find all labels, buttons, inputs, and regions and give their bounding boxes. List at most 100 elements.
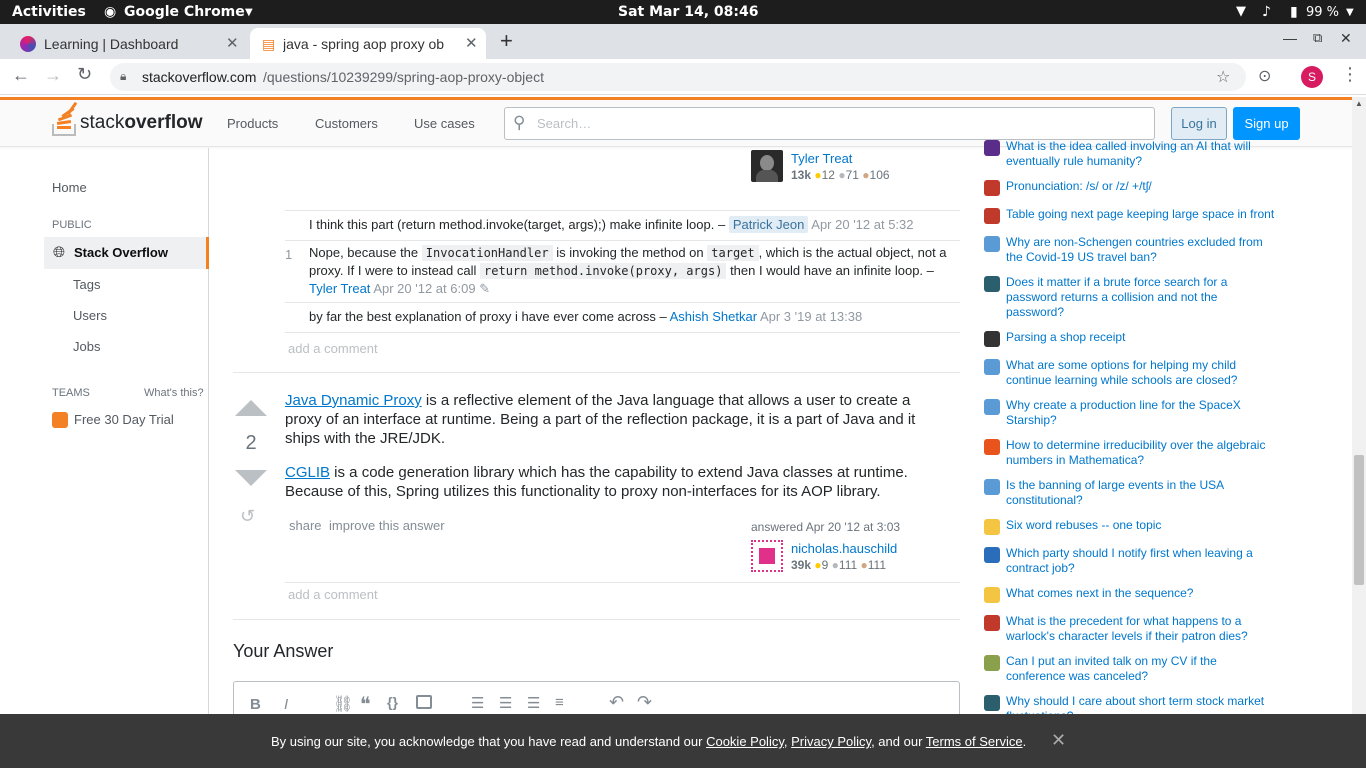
whats-this-link[interactable]: What's this? [144,387,204,399]
site-icon [984,140,1000,156]
comment-date[interactable]: Apr 20 '12 at 5:32 [811,217,913,232]
reload-icon[interactable]: ↻ [77,64,92,85]
redo-icon[interactable]: ↷ [637,692,652,713]
hot-question-link[interactable]: What comes next in the sequence? [1006,586,1278,601]
system-menu-arrow-icon[interactable]: ▼ [1346,7,1354,18]
share-link[interactable]: share [289,518,322,533]
upvote-arrow-icon[interactable] [235,400,267,416]
forward-icon[interactable]: → [44,65,62,86]
code-icon[interactable]: {} [387,694,398,710]
cookie-policy-link[interactable]: Cookie Policy [706,734,784,749]
address-bar[interactable]: 🔒︎ stackoverflow.com /questions/10239299… [110,63,1246,91]
inline-code: target [707,245,759,261]
nav-home[interactable]: Home [52,180,87,195]
comment-date[interactable]: Apr 20 '12 at 6:09 [373,281,475,296]
scroll-up-icon[interactable]: ▲ [1355,99,1363,108]
activities-button[interactable]: Activities [12,4,86,20]
hot-question-link[interactable]: Why create a production line for the Spa… [1006,398,1278,428]
hot-question-link[interactable]: Can I put an invited talk on my CV if th… [1006,654,1278,684]
search-input[interactable]: ⚲ Search… [504,107,1155,140]
hot-question-link[interactable]: Parsing a shop receipt [1006,330,1278,345]
horizontal-rule-icon[interactable]: ≡ [555,694,564,711]
privacy-policy-link[interactable]: Privacy Policy [791,734,871,749]
ordered-list-icon[interactable]: ☰ [471,694,484,712]
page-scrollbar[interactable]: ▲ [1352,97,1366,768]
close-tab-icon[interactable]: ✕ [226,34,239,52]
comment: by far the best explanation of proxy i h… [285,302,960,332]
tab-stackoverflow[interactable]: ▤ java - spring aop proxy ob ✕ [250,28,486,59]
restore-icon[interactable]: ⧉ [1313,30,1322,46]
bullet-list-icon[interactable]: ☰ [499,694,512,712]
user-avatar[interactable] [751,150,783,182]
back-icon[interactable]: ← [12,65,30,86]
close-banner-icon[interactable]: ✕ [1051,730,1066,751]
nav-products[interactable]: Products [227,116,278,131]
add-comment-link[interactable]: add a comment [288,341,378,356]
user-avatar[interactable] [751,540,783,572]
gold-badge-icon: ● [814,558,822,572]
nav-jobs[interactable]: Jobs [73,339,100,354]
hot-question-link[interactable]: Is the banning of large events in the US… [1006,478,1278,508]
history-icon[interactable]: ↺ [240,506,255,527]
link-icon[interactable]: ⛓︎ [333,694,353,714]
wifi-icon[interactable]: ▼ [1236,4,1246,19]
terms-link[interactable]: Terms of Service [926,734,1023,749]
close-tab-icon[interactable]: ✕ [465,34,478,52]
improve-answer-link[interactable]: improve this answer [329,518,445,533]
heading-icon[interactable]: ☰ [527,694,540,712]
italic-icon[interactable]: I [284,696,288,713]
profile-avatar[interactable]: S [1301,66,1323,88]
tab-learning-dashboard[interactable]: Learning | Dashboard ✕ [8,28,248,59]
hot-question-link[interactable]: Pronunciation: /s/ or /z/ +/tʃ/ [1006,179,1278,194]
comment-user-link[interactable]: Patrick Jeon [728,216,809,233]
hot-question-link[interactable]: Why are non-Schengen countries excluded … [1006,235,1278,265]
so-logo-icon[interactable] [52,101,80,138]
nav-users[interactable]: Users [73,308,107,323]
nav-tags[interactable]: Tags [73,277,100,292]
window-close-icon[interactable]: ✕ [1340,30,1352,47]
hot-question-link[interactable]: What are some options for helping my chi… [1006,358,1278,388]
bookmark-star-icon[interactable]: ☆ [1216,67,1230,87]
comment-text: I think this part (return method.invoke(… [309,217,726,232]
bold-icon[interactable]: B [250,696,261,713]
hot-question-link[interactable]: Which party should I notify first when l… [1006,546,1278,576]
nav-customers[interactable]: Customers [315,116,378,131]
so-logo-text[interactable]: stackoverflow [80,112,202,134]
comment-date[interactable]: Apr 3 '19 at 13:38 [760,309,862,324]
volume-icon[interactable]: ♪ [1262,4,1271,20]
signup-button[interactable]: Sign up [1233,107,1300,140]
scrollbar-thumb[interactable] [1354,455,1364,585]
add-comment-link[interactable]: add a comment [288,587,378,602]
nav-use-cases[interactable]: Use cases [414,116,475,131]
battery-icon[interactable]: ▮ [1290,4,1298,20]
comment-user-link[interactable]: Tyler Treat [309,281,370,296]
nav-stack-overflow[interactable]: 🌐︎ Stack Overflow [44,237,209,269]
new-tab-icon[interactable]: + [500,28,513,54]
downvote-arrow-icon[interactable] [235,470,267,486]
cglib-link[interactable]: CGLIB [285,464,330,481]
java-dynamic-proxy-link[interactable]: Java Dynamic Proxy [285,392,422,409]
hot-question-link[interactable]: What is the idea called involving an AI … [1006,139,1278,169]
hot-question-link[interactable]: Does it matter if a brute force search f… [1006,275,1278,320]
inline-code: InvocationHandler [421,245,553,261]
image-icon[interactable] [416,695,432,709]
clock[interactable]: Sat Mar 14, 08:46 [618,4,759,20]
free-trial-link[interactable]: Free 30 Day Trial [74,412,174,427]
silver-badge-icon: ● [838,168,846,182]
chrome-menu-icon[interactable]: ⋮ [1341,64,1359,85]
app-menu[interactable]: Google Chrome [124,4,245,20]
comment-text: by far the best explanation of proxy i h… [309,309,667,324]
login-button[interactable]: Log in [1171,107,1227,140]
hot-question-link[interactable]: How to determine irreducibility over the… [1006,438,1278,468]
undo-icon[interactable]: ↶ [609,692,624,713]
extension-icon[interactable]: ⊙ [1258,66,1271,86]
minimize-icon[interactable]: — [1283,30,1297,46]
hot-question-link[interactable]: What is the precedent for what happens t… [1006,614,1278,644]
comment-user-link[interactable]: Ashish Shetkar [670,309,757,324]
user-name-link[interactable]: nicholas.hauschild [791,541,897,556]
user-name-link[interactable]: Tyler Treat [791,151,852,166]
site-icon [984,359,1000,375]
teams-heading: TEAMS [52,387,90,399]
hot-question-link[interactable]: Six word rebuses -- one topic [1006,518,1278,533]
hot-question-link[interactable]: Table going next page keeping large spac… [1006,207,1278,222]
